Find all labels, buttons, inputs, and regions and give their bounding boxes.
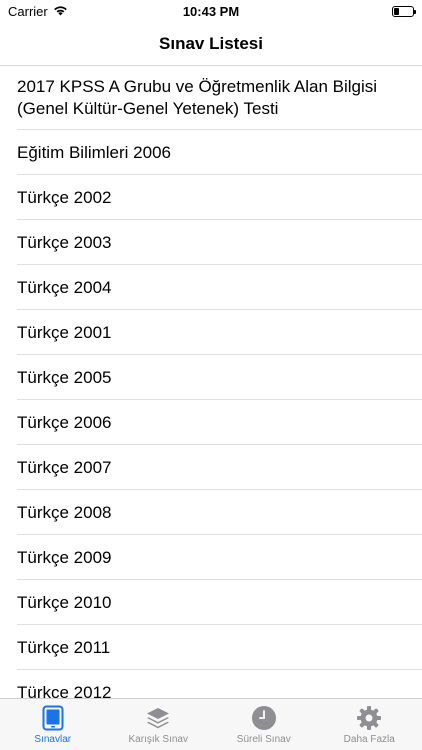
list-item-label: Türkçe 2012 [17,682,112,699]
list-item[interactable]: Türkçe 2004 [0,265,422,310]
tab-daha-fazla[interactable]: Daha Fazla [317,699,422,750]
tab-sureli-sinav[interactable]: Süreli Sınav [211,699,317,750]
tab-karisik-sinav[interactable]: Karışık Sınav [106,699,212,750]
list-item[interactable]: Türkçe 2002 [0,175,422,220]
list-item[interactable]: Türkçe 2010 [0,580,422,625]
list-item[interactable]: Türkçe 2006 [0,400,422,445]
list-item-label: Eğitim Bilimleri 2006 [17,142,171,162]
list-item-label: Türkçe 2008 [17,502,112,522]
wifi-icon [53,4,68,19]
page-title: Sınav Listesi [159,33,263,53]
list-item-label: Türkçe 2007 [17,457,112,477]
list-item-label: 2017 KPSS A Grubu ve Öğretmenlik Alan Bi… [17,77,378,118]
exam-list: 2017 KPSS A Grubu ve Öğretmenlik Alan Bi… [0,66,422,698]
status-bar: Carrier 10:43 PM [0,0,422,22]
tab-label: Karışık Sınav [128,734,188,745]
battery-icon [392,5,416,17]
list-item-label: Türkçe 2011 [17,637,111,657]
carrier-label: Carrier [8,3,48,19]
list-item[interactable]: Türkçe 2001 [0,310,422,355]
tab-label: Daha Fazla [343,734,395,745]
tab-label: Sınavlar [34,734,72,745]
list-item[interactable]: Türkçe 2003 [0,220,422,265]
list-item-label: Türkçe 2004 [17,277,112,297]
list-item[interactable]: Türkçe 2012 [0,670,422,699]
tablet-icon [40,705,66,731]
tab-label: Süreli Sınav [236,734,291,745]
list-item[interactable]: Türkçe 2005 [0,355,422,400]
gear-icon [356,705,382,731]
list-item-label: Türkçe 2003 [17,232,112,252]
list-item[interactable]: Türkçe 2007 [0,445,422,490]
list-item[interactable]: Türkçe 2008 [0,490,422,535]
list-item-label: Türkçe 2010 [17,592,112,612]
navigation-bar: Sınav Listesi [0,22,422,66]
list-item-label: Türkçe 2006 [17,412,112,432]
list-item[interactable]: 2017 KPSS A Grubu ve Öğretmenlik Alan Bi… [0,66,422,130]
list-item-label: Türkçe 2002 [17,187,112,207]
status-left: Carrier [8,4,68,19]
list-item[interactable]: Türkçe 2009 [0,535,422,580]
list-item-label: Türkçe 2009 [17,547,112,567]
list-item[interactable]: Eğitim Bilimleri 2006 [0,130,422,175]
battery-level [394,7,399,15]
tab-sinavlar[interactable]: Sınavlar [0,699,106,750]
tab-bar: Sınavlar Karışık Sınav Süreli Sınav Daha… [0,698,422,750]
list-item[interactable]: Türkçe 2011 [0,625,422,670]
app-screen: Carrier 10:43 PM Sınav Listesi 2017 KPSS… [0,0,422,750]
list-item-label: Türkçe 2001 [17,322,112,342]
list-item-label: Türkçe 2005 [17,367,112,387]
stack-icon [145,705,171,731]
clock-icon [251,705,277,731]
